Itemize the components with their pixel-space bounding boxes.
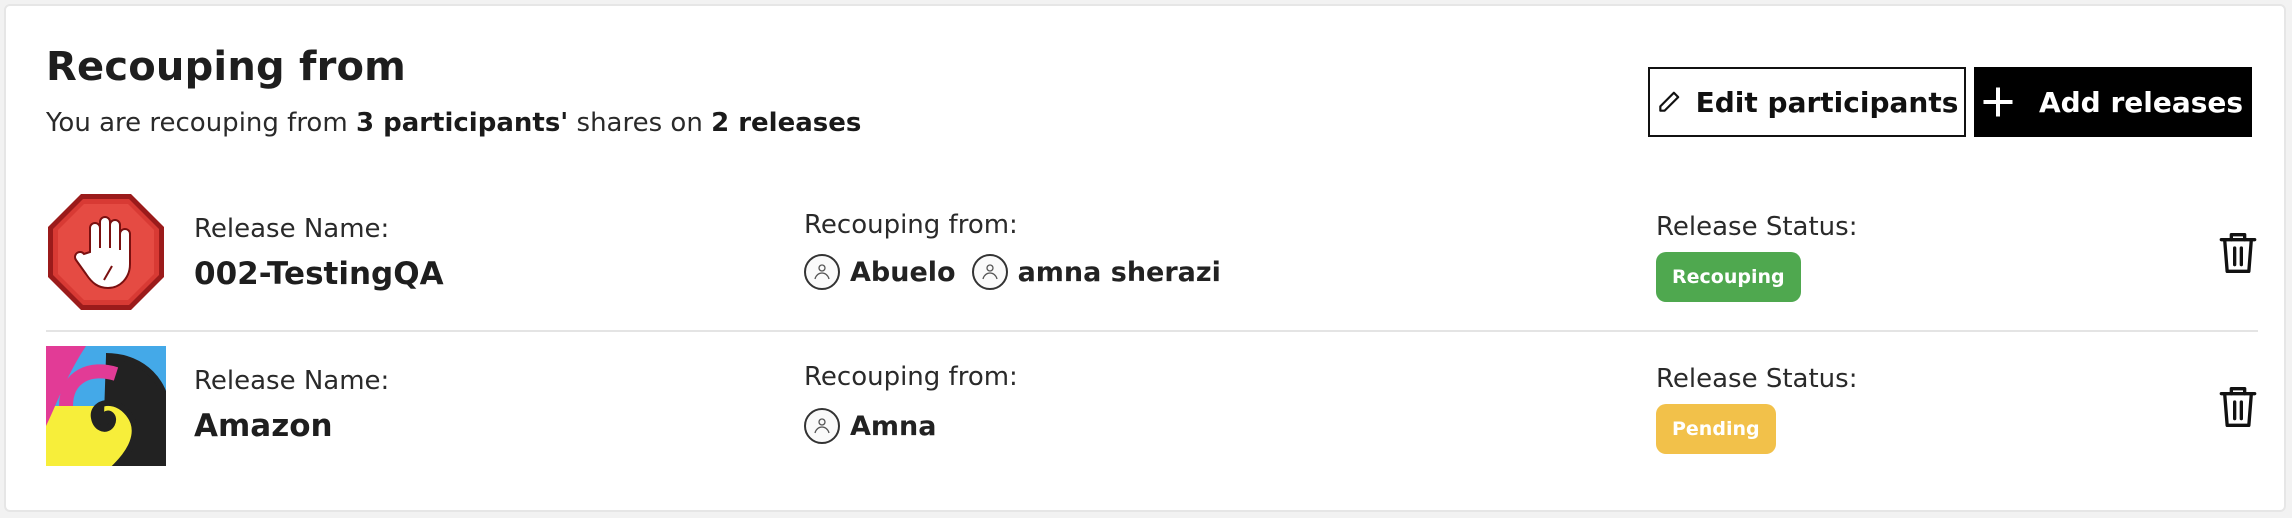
delete-release-button[interactable] [2216, 386, 2260, 432]
recouping-card: Recouping from You are recouping from 3 … [4, 4, 2286, 512]
status-badge: Recouping [1656, 252, 1801, 302]
page-title: Recouping from [46, 44, 407, 90]
participant-chip: amna sherazi [971, 254, 1221, 290]
edit-participants-button[interactable]: Edit participants [1648, 67, 1966, 137]
summary-releases-count: 2 releases [711, 108, 862, 138]
add-releases-label: Add releases [2038, 85, 2244, 119]
participant-name: Abuelo [850, 256, 956, 288]
summary-participants-count: 3 participants' [355, 108, 569, 138]
participant-chip: Abuelo [804, 254, 956, 290]
delete-release-button[interactable] [2216, 232, 2260, 278]
participant-list: Amna [804, 408, 952, 444]
plus-icon [1983, 87, 2013, 117]
avatar [971, 254, 1008, 290]
edit-participants-label: Edit participants [1695, 85, 1959, 119]
trash-icon [2218, 385, 2258, 433]
release-status-label: Release Status: [1656, 364, 1858, 394]
release-name: 002-TestingQA [194, 256, 444, 292]
release-row: Release Name: Amazon Recouping from: Amn… [43, 332, 2260, 482]
avatar [804, 254, 840, 290]
participant-list: Abuelo amna sherazi [804, 254, 1237, 290]
trash-icon [2218, 231, 2258, 279]
release-name: Amazon [194, 408, 333, 444]
recouping-from-label: Recouping from: [804, 362, 1018, 392]
release-row: Release Name: 002-TestingQA Recouping fr… [46, 178, 2258, 328]
release-artwork [43, 346, 169, 469]
summary-prefix: You are recouping from [46, 108, 356, 138]
summary-mid: shares on [568, 108, 712, 138]
release-status-label: Release Status: [1656, 212, 1858, 242]
release-name-label: Release Name: [194, 214, 390, 244]
participant-name: Amna [850, 410, 937, 442]
add-releases-button[interactable]: Add releases [1974, 67, 2252, 137]
recouping-summary: You are recouping from 3 participants' s… [46, 108, 861, 138]
pencil-icon [1656, 89, 1682, 115]
status-badge: Pending [1656, 404, 1776, 454]
recouping-from-label: Recouping from: [804, 210, 1018, 240]
avatar [804, 408, 840, 444]
participant-name: amna sherazi [1017, 256, 1221, 288]
stop-hand-icon [46, 192, 166, 312]
release-name-label: Release Name: [194, 366, 390, 396]
participant-chip: Amna [804, 408, 936, 444]
